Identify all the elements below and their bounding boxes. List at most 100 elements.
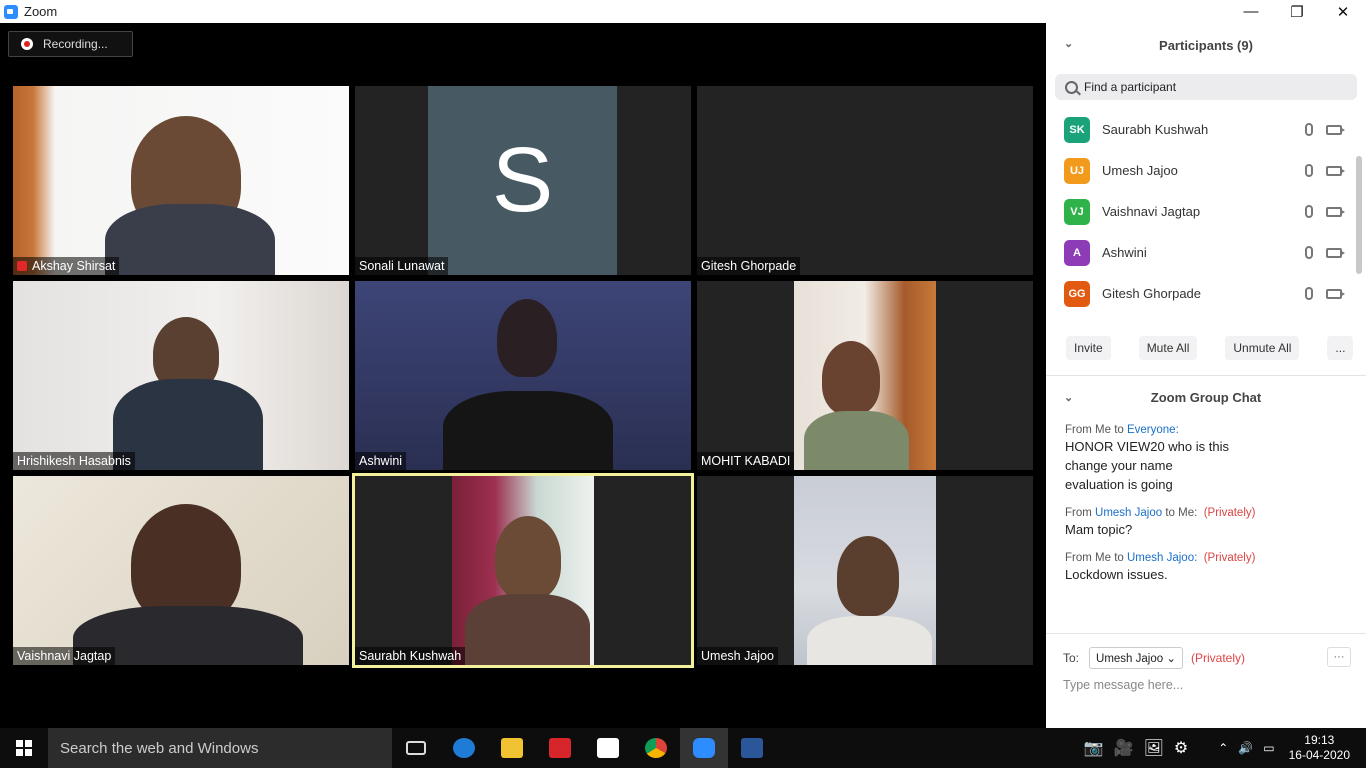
participant-actions: Invite Mute All Unmute All ... (1046, 336, 1366, 360)
chevron-up-icon[interactable]: ⌃ (1218, 741, 1228, 755)
participant-video (837, 536, 899, 616)
volume-icon[interactable]: 🔊 (1238, 741, 1253, 755)
video-tile-saurabh-active-speaker[interactable]: Saurabh Kushwah (352, 473, 694, 668)
microphone-icon[interactable] (1305, 287, 1313, 300)
mute-all-button[interactable]: Mute All (1138, 336, 1198, 360)
microphone-icon[interactable] (1305, 123, 1313, 136)
file-explorer-button[interactable] (488, 728, 536, 768)
photos-icon[interactable]: 🖼 (1144, 738, 1164, 758)
collapse-chevron-icon[interactable]: ⌄ (1064, 391, 1074, 404)
chat-header: ⌄ Zoom Group Chat (1046, 387, 1366, 407)
restore-button[interactable]: ❐ (1274, 0, 1320, 23)
participant-video (822, 341, 880, 415)
participant-name: Vaishnavi Jagtap (1102, 204, 1201, 219)
close-button[interactable]: ✕ (1320, 0, 1366, 23)
chat-message: From Me to Everyone: HONOR VIEW20 who is… (1065, 424, 1229, 492)
chat-more-button[interactable]: ··· (1327, 647, 1351, 667)
participant-row[interactable]: SK Saurabh Kushwah (1046, 109, 1366, 150)
participant-name: Saurabh Kushwah (1102, 122, 1209, 137)
participant-row[interactable]: GG Gitesh Ghorpade (1046, 273, 1366, 314)
chevron-down-icon: ⌄ (1166, 653, 1176, 665)
chat-sender-link[interactable]: Umesh Jajoo (1095, 507, 1162, 519)
chat-recipient-link[interactable]: Umesh Jajoo: (1127, 552, 1197, 564)
video-camera-icon[interactable] (1326, 248, 1345, 258)
video-camera-icon[interactable] (1326, 166, 1345, 176)
chat-recipient-link[interactable]: Everyone: (1127, 424, 1179, 436)
to-label: To: (1063, 651, 1080, 665)
participant-name: Umesh Jajoo (1102, 163, 1178, 178)
search-icon (1065, 80, 1078, 94)
reader-app-button[interactable] (536, 728, 584, 768)
video-camera-icon[interactable] (1326, 207, 1345, 217)
recording-label: Recording... (43, 37, 108, 51)
divider (1046, 375, 1366, 376)
record-icon (21, 38, 33, 50)
microphone-icon[interactable] (1305, 246, 1313, 259)
participant-avatar: SK (1064, 116, 1090, 143)
video-tile-gitesh[interactable]: Gitesh Ghorpade (697, 86, 1033, 275)
unmute-all-button[interactable]: Unmute All (1225, 336, 1300, 360)
video-tile-akshay[interactable]: Akshay Shirsat (13, 86, 349, 275)
tile-name-label: Hrishikesh Hasabnis (13, 452, 135, 470)
microphone-icon[interactable] (1305, 205, 1313, 218)
participant-avatar: A (1064, 239, 1090, 266)
windows-taskbar: Search the web and Windows 📷 🎥 🖼 ⚙ ⌃ 🔊 ▭… (0, 728, 1366, 768)
chat-title: Zoom Group Chat (1150, 389, 1262, 405)
video-icon[interactable]: 🎥 (1114, 738, 1134, 758)
video-camera-icon[interactable] (1326, 289, 1345, 299)
participant-list-scrollbar[interactable] (1356, 156, 1362, 274)
minimize-button[interactable]: — (1228, 0, 1274, 23)
more-options-button[interactable]: ... (1327, 336, 1354, 360)
edge-button[interactable] (440, 728, 488, 768)
clock-date: 16-04-2020 (1288, 748, 1350, 762)
tile-name-label: Gitesh Ghorpade (697, 257, 801, 275)
chat-messages: From Me to Everyone: HONOR VIEW20 who is… (1065, 423, 1355, 584)
zoom-taskbar-button[interactable] (680, 728, 728, 768)
video-camera-icon[interactable] (1326, 125, 1345, 135)
recipient-dropdown[interactable]: Umesh Jajoo ⌄ (1089, 647, 1183, 669)
divider (1046, 633, 1366, 634)
video-tile-mohit[interactable]: MOHIT KABADI (697, 281, 1033, 470)
camera-icon[interactable]: 📷 (1084, 738, 1104, 758)
notification-icon[interactable]: ▭ (1263, 741, 1274, 755)
taskbar-search-box[interactable]: Search the web and Windows (48, 728, 392, 768)
chat-message: From Me to Umesh Jajoo: (Privately) Lock… (1065, 552, 1256, 582)
participant-avatar: VJ (1064, 198, 1090, 225)
microphone-icon[interactable] (1305, 164, 1313, 177)
folder-icon (501, 738, 523, 758)
store-button[interactable] (584, 728, 632, 768)
chrome-button[interactable] (632, 728, 680, 768)
word-button[interactable] (728, 728, 776, 768)
start-button[interactable] (0, 728, 48, 768)
participant-row[interactable]: A Ashwini (1046, 232, 1366, 273)
chat-message: From Umesh Jajoo to Me: (Privately) Mam … (1065, 507, 1256, 537)
zoom-icon (693, 738, 715, 758)
video-tile-vaishnavi[interactable]: Vaishnavi Jagtap (13, 476, 349, 665)
tile-name-label: Ashwini (355, 452, 407, 470)
task-view-icon (406, 741, 426, 755)
video-tile-umesh[interactable]: Umesh Jajoo (697, 476, 1033, 665)
word-icon (741, 738, 763, 758)
video-tile-sonali[interactable]: S Sonali Lunawat (355, 86, 691, 275)
participant-avatar: GG (1064, 280, 1090, 307)
recording-indicator[interactable]: Recording... (8, 31, 133, 57)
task-view-button[interactable] (392, 728, 440, 768)
windows-logo-icon (16, 740, 32, 756)
settings-gear-icon[interactable]: ⚙ (1174, 738, 1188, 758)
chat-message-input[interactable]: Type message here... (1063, 678, 1183, 692)
taskbar-clock[interactable]: 19:13 16-04-2020 (1289, 733, 1350, 763)
participant-row[interactable]: UJ Umesh Jajoo (1046, 150, 1366, 191)
tile-name-label: Umesh Jajoo (697, 647, 778, 665)
store-bag-icon (597, 738, 619, 758)
video-tile-ashwini[interactable]: Ashwini (355, 281, 691, 470)
collapse-chevron-icon[interactable]: ⌄ (1064, 37, 1074, 50)
side-panel: ⌄ Participants (9) Find a participant SK… (1046, 23, 1366, 728)
invite-button[interactable]: Invite (1066, 336, 1111, 360)
zoom-logo-icon (4, 4, 18, 19)
participant-row[interactable]: VJ Vaishnavi Jagtap (1046, 191, 1366, 232)
participant-search-input[interactable]: Find a participant (1055, 74, 1357, 100)
video-tile-hrishikesh[interactable]: Hrishikesh Hasabnis (13, 281, 349, 470)
chrome-icon (645, 738, 667, 758)
chat-recipient-row: To: Umesh Jajoo ⌄ (Privately) (1063, 646, 1363, 670)
private-label: (Privately) (1190, 651, 1245, 665)
